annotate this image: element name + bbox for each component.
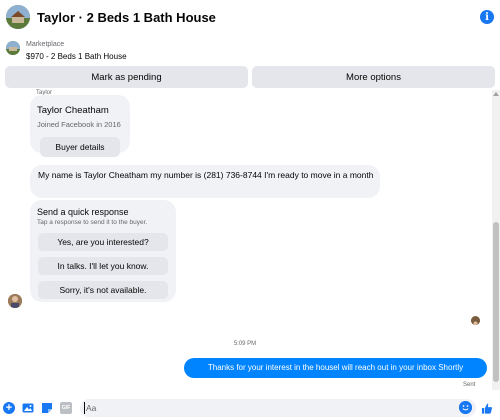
message-composer: + GIF Aa (0, 396, 500, 420)
incoming-message[interactable]: My name is Taylor Cheatham my number is … (30, 165, 380, 198)
conversation-title[interactable]: Taylor · 2 Beds 1 Bath House (37, 10, 216, 25)
incoming-message-text: My name is Taylor Cheatham my number is … (38, 170, 374, 180)
more-options-button[interactable]: More options (252, 66, 495, 88)
photo-icon[interactable] (22, 402, 34, 414)
listing-price-title: $970 - 2 Beds 1 Bath House (26, 52, 127, 61)
marketplace-label: Marketplace (26, 41, 65, 48)
listing-actions: Mark as pending More options (5, 66, 495, 88)
house-photo-icon (6, 41, 20, 55)
info-icon[interactable]: i (480, 10, 494, 24)
sticker-icon[interactable] (41, 402, 53, 414)
person-photo-icon (8, 294, 22, 308)
quick-response-subtitle: Tap a response to send it to the buyer. (37, 219, 148, 226)
sticker-shape-icon (42, 403, 52, 413)
thread-scrollbar[interactable] (492, 90, 500, 390)
quick-response-title: Send a quick response (37, 207, 129, 217)
buyer-name: Taylor Cheatham (37, 105, 109, 116)
scrollbar-thumb[interactable] (493, 222, 499, 382)
buyer-avatar[interactable] (8, 294, 22, 308)
conversation-header: Taylor · 2 Beds 1 Bath House i (0, 0, 500, 36)
image-icon (22, 403, 34, 413)
house-photo-icon (6, 5, 30, 29)
buyer-details-button[interactable]: Buyer details (40, 137, 120, 157)
buyer-joined: Joined Facebook in 2016 (37, 120, 121, 129)
marketplace-listing[interactable]: Marketplace $970 - 2 Beds 1 Bath House (0, 38, 500, 66)
smiley-icon (459, 401, 472, 414)
message-input[interactable]: Aa (80, 399, 476, 417)
message-thread: Taylor Taylor Cheatham Joined Facebook i… (0, 90, 492, 390)
buyer-profile-card: Taylor Cheatham Joined Facebook in 2016 … (30, 95, 130, 157)
mark-as-pending-button[interactable]: Mark as pending (5, 66, 248, 88)
listing-thumbnail (6, 41, 20, 55)
outgoing-message-text: Thanks for your interest in the housel w… (207, 363, 464, 372)
outgoing-message[interactable]: Thanks for your interest in the housel w… (184, 358, 487, 378)
message-timestamp: 5:09 PM (233, 341, 257, 347)
text-caret (84, 402, 85, 414)
quick-response-not-available-button[interactable]: Sorry, it's not available. (38, 281, 168, 299)
plus-icon[interactable]: + (3, 402, 15, 414)
like-icon (481, 403, 492, 414)
scroll-up-arrow-icon[interactable] (493, 92, 499, 96)
listing-avatar[interactable] (6, 5, 30, 29)
quick-response-yes-button[interactable]: Yes, are you interested? (38, 233, 168, 251)
seen-indicator-avatar (471, 316, 480, 325)
thumbs-up-icon[interactable] (481, 402, 493, 414)
quick-response-in-talks-button[interactable]: In talks. I'll let you know. (38, 257, 168, 275)
person-photo-icon (471, 320, 480, 325)
quick-response-card: Send a quick response Tap a response to … (30, 200, 176, 302)
message-status: Sent (463, 382, 476, 388)
emoji-icon[interactable] (459, 401, 472, 414)
gif-icon[interactable]: GIF (60, 402, 72, 414)
message-input-placeholder: Aa (86, 403, 97, 413)
